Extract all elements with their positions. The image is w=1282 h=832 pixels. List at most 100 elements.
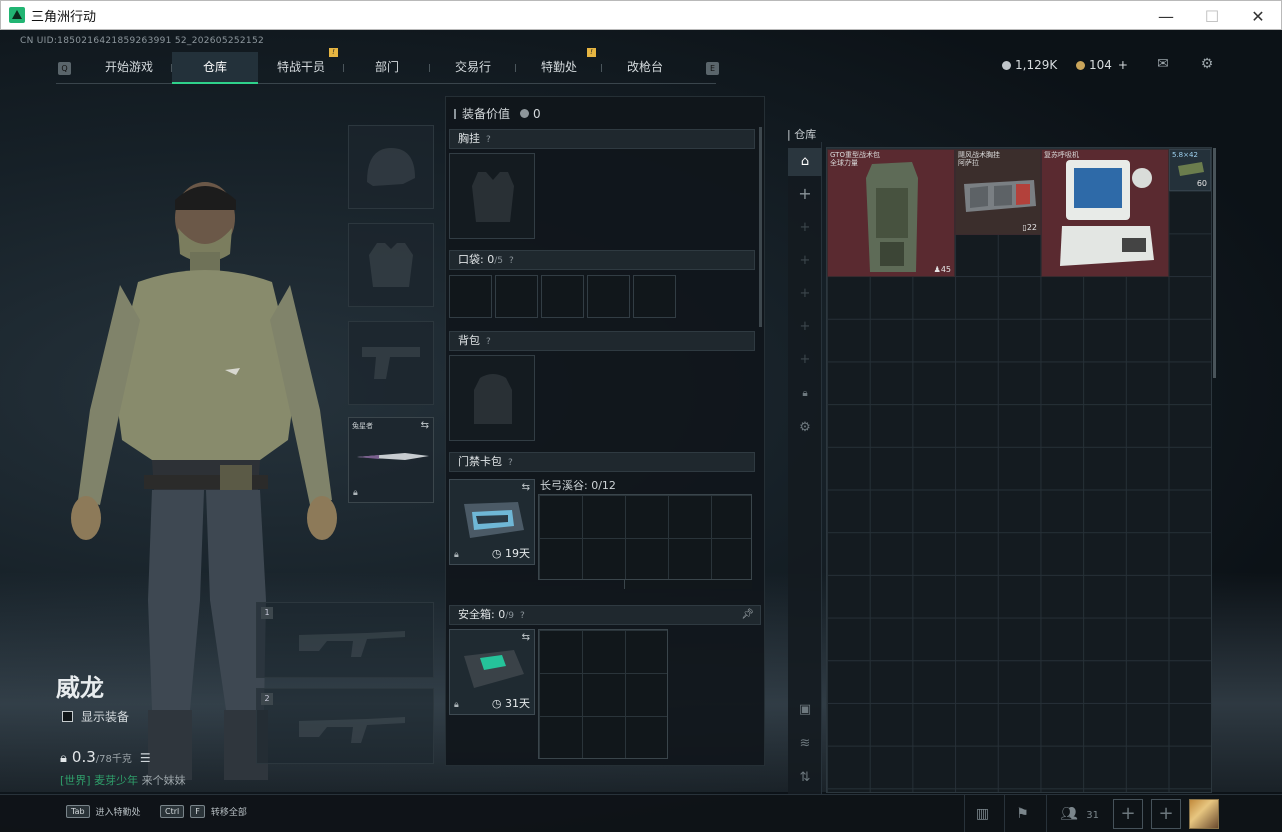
- gear-icon[interactable]: ⚙: [1197, 56, 1217, 74]
- keycard-expiry: ◷ 19天: [491, 547, 530, 560]
- storage-item-backpack[interactable]: GTO重型战术包 全球力量 ♟45: [827, 149, 955, 277]
- storage-item-chest-rig[interactable]: 飓风战术胸挂 阿萨拉 ▯22: [955, 149, 1041, 235]
- top-nav: Q 开始游戏 仓库 特战干员! 部门 交易行 特勤处! 改枪台 E: [56, 48, 719, 84]
- pin-icon[interactable]: 📌︎: [741, 606, 754, 624]
- pocket-slot[interactable]: [495, 275, 538, 318]
- add-page-icon[interactable]: +: [788, 247, 822, 275]
- melee-slot[interactable]: 兔星者 ⇆ 🔒︎: [348, 417, 434, 503]
- storage-item-ventilator[interactable]: 复苏呼吸机: [1041, 149, 1169, 277]
- pistol-slot[interactable]: [348, 321, 434, 405]
- profile-icon[interactable]: ▣: [788, 696, 822, 724]
- sort-icon[interactable]: ⇅: [788, 764, 822, 792]
- value-coin-icon: [520, 109, 530, 118]
- add-currency-button[interactable]: +: [1118, 58, 1128, 72]
- helmet-slot[interactable]: [348, 125, 434, 209]
- next-tab-key-hint[interactable]: E: [706, 62, 719, 75]
- keycard-case-slot[interactable]: ⇆ 🔒︎ ◷ 19天: [449, 479, 535, 565]
- show-gear-toggle[interactable]: 显示装备: [62, 708, 129, 725]
- friends-button[interactable]: 👥︎ 31: [1046, 795, 1112, 832]
- enter-special-ops-hint[interactable]: Tab 进入特勤处: [66, 805, 141, 818]
- ventilator-icon: [1060, 160, 1154, 266]
- rifle-icon: [299, 717, 405, 743]
- keycard-grid[interactable]: [538, 494, 752, 580]
- add-page-icon[interactable]: +: [788, 180, 822, 208]
- maximize-button[interactable]: ☐: [1189, 1, 1235, 31]
- helmet-icon: [367, 148, 415, 186]
- player-uid: CN UID:1850216421859263991 52_2026052521…: [20, 36, 265, 46]
- show-gear-checkbox[interactable]: [62, 711, 73, 722]
- safebox-expiry: ◷ 31天: [491, 697, 530, 710]
- add-page-icon[interactable]: +: [788, 214, 822, 242]
- storage-scrollbar[interactable]: [1213, 148, 1216, 378]
- flag-icon[interactable]: ⚑: [1004, 795, 1040, 832]
- window-title: 三角洲行动: [31, 9, 97, 25]
- tab-trading[interactable]: 交易行: [430, 52, 516, 84]
- game-viewport: CN UID:1850216421859263991 52_2026052521…: [0, 30, 1282, 832]
- friends-icon: 👥︎: [1060, 806, 1078, 822]
- swap-icon[interactable]: ⇆: [421, 420, 429, 431]
- close-button[interactable]: ✕: [1235, 1, 1281, 31]
- mail-icon[interactable]: ✉: [1153, 56, 1173, 74]
- operators-alert-badge: !: [329, 48, 338, 57]
- world-chat-line[interactable]: [世界] 麦芽少年 来个妹妹: [60, 772, 186, 788]
- lock-icon: 🔒︎: [454, 700, 459, 710]
- chest-rig-icon: [964, 180, 1036, 212]
- storage-grid[interactable]: GTO重型战术包 全球力量 ♟45 飓风战术胸挂 阿萨拉 ▯22 复苏呼吸机 5…: [826, 147, 1212, 793]
- rifle-icon: [299, 631, 405, 657]
- prev-tab-key-hint[interactable]: Q: [58, 62, 71, 75]
- chest-rig-slot[interactable]: [449, 153, 535, 239]
- delta-force-logo-icon: [9, 7, 25, 23]
- warehouse-tab-icon[interactable]: ⌂: [788, 148, 822, 176]
- lock-icon[interactable]: 🔒︎: [788, 380, 822, 408]
- pocket-slot[interactable]: [587, 275, 630, 318]
- tab-gunsmith[interactable]: 改枪台: [602, 52, 688, 84]
- stats-chart-icon[interactable]: ▥: [964, 795, 1000, 832]
- minimize-button[interactable]: —: [1143, 1, 1189, 31]
- window-titlebar: 三角洲行动 — ☐ ✕: [0, 0, 1282, 30]
- slot-number-2: 2: [261, 693, 273, 705]
- pocket-slot[interactable]: [633, 275, 676, 318]
- safebox-grid[interactable]: [538, 629, 668, 759]
- backpack-header: 背包?: [449, 331, 755, 351]
- slot-number-1: 1: [261, 607, 273, 619]
- gear-icon[interactable]: ⚙: [788, 414, 822, 442]
- keycard-header: 门禁卡包?: [449, 452, 755, 472]
- add-page-icon[interactable]: +: [788, 313, 822, 341]
- loadout-scrollbar[interactable]: [759, 127, 762, 327]
- loadout-panel: 装备价值 0 胸挂? 口袋: 0/5? 背包? 门禁卡包? ⇆ 🔒︎ ◷ 19天…: [445, 96, 765, 766]
- storage-sidebar: ⌂ + + + + + + 🔒︎ ⚙ ▣ ≋ ⇅: [788, 142, 822, 794]
- tab-warehouse[interactable]: 仓库: [172, 52, 258, 84]
- tab-operators[interactable]: 特战干员!: [258, 48, 344, 84]
- tab-department[interactable]: 部门: [344, 52, 430, 84]
- ammo-box-icon: [1178, 162, 1204, 176]
- transfer-all-hint[interactable]: Ctrl F 转移全部: [160, 805, 247, 818]
- silver-coin-icon: [1002, 60, 1011, 70]
- armor-slot[interactable]: [348, 223, 434, 307]
- safebox-slot[interactable]: ⇆ 🔒︎ ◷ 31天: [449, 629, 535, 715]
- add-page-icon[interactable]: +: [788, 280, 822, 308]
- tab-start-game[interactable]: 开始游戏: [86, 52, 172, 84]
- knife-icon: [357, 453, 429, 460]
- add-page-icon[interactable]: +: [788, 346, 822, 374]
- pocket-slot[interactable]: [449, 275, 492, 318]
- safebox-icon: [464, 650, 524, 688]
- layers-icon[interactable]: ≋: [788, 730, 822, 758]
- pocket-slot[interactable]: [541, 275, 584, 318]
- avatar[interactable]: [1189, 799, 1219, 829]
- tactical-backpack-icon: [866, 162, 918, 272]
- gold-currency[interactable]: 104 +: [1076, 58, 1128, 72]
- add-party-slot-button[interactable]: +: [1113, 799, 1143, 829]
- storage-item-ammo[interactable]: 5.8×42 60: [1169, 149, 1211, 191]
- list-icon[interactable]: ☰: [140, 751, 151, 765]
- gold-coin-icon: [1076, 60, 1085, 70]
- swap-icon[interactable]: ⇆: [522, 482, 530, 493]
- backpack-slot[interactable]: [449, 355, 535, 441]
- add-party-slot-button[interactable]: +: [1151, 799, 1181, 829]
- tab-special-ops[interactable]: 特勤处!: [516, 48, 602, 84]
- swap-icon[interactable]: ⇆: [522, 632, 530, 643]
- pockets-header: 口袋: 0/5?: [449, 250, 755, 270]
- primary-weapon-slot[interactable]: 1: [256, 602, 434, 678]
- secondary-weapon-slot[interactable]: 2: [256, 688, 434, 764]
- lock-icon: 🔒︎: [353, 488, 358, 498]
- bottom-bar: Tab 进入特勤处 Ctrl F 转移全部 ▥ ⚑ 👥︎ 31 + +: [0, 794, 1282, 832]
